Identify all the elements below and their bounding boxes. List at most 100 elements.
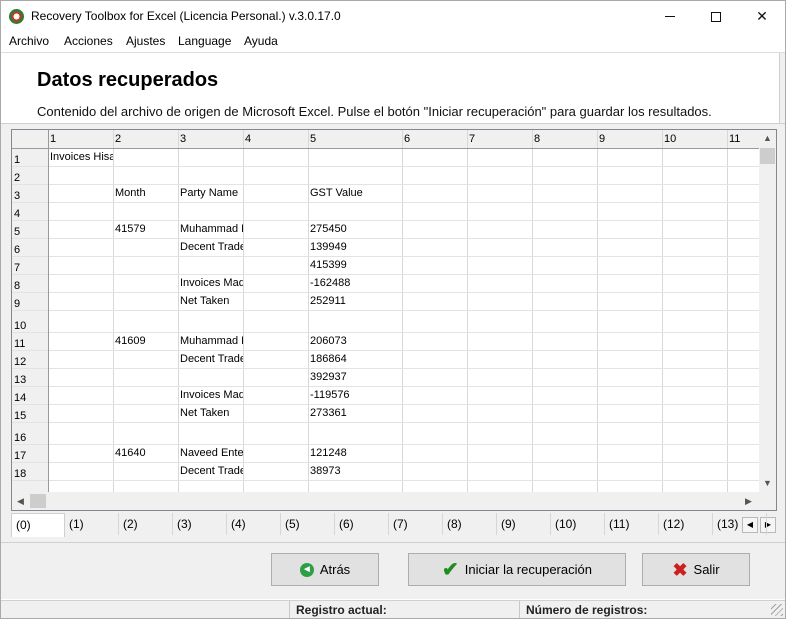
column-header[interactable]: 3 [178, 130, 243, 148]
row-header[interactable]: 7 [12, 256, 48, 274]
grid-cell[interactable]: Decent Trade [178, 464, 243, 480]
column-header[interactable]: 5 [308, 130, 402, 148]
sheet-tab[interactable]: (0) [11, 513, 65, 537]
grid-cell[interactable]: 252911 [308, 294, 402, 310]
grid-cell[interactable]: Decent Trade [178, 240, 243, 256]
row-header[interactable]: 13 [12, 368, 48, 386]
grid-cell[interactable]: 273361 [308, 406, 402, 422]
sheet-tab[interactable]: (9) [497, 513, 551, 535]
sheet-tab[interactable]: (10) [551, 513, 605, 535]
exit-button[interactable]: ✖ Salir [642, 553, 750, 586]
sheet-tab[interactable]: (5) [281, 513, 335, 535]
row-header[interactable]: 3 [12, 184, 48, 202]
scroll-right-icon[interactable]: ▶ [740, 492, 757, 510]
column-header[interactable]: 8 [532, 130, 597, 148]
row-header[interactable]: 6 [12, 238, 48, 256]
grid-cell[interactable]: -119576 [308, 388, 402, 404]
vertical-scrollbar[interactable]: ▲ ▼ [759, 130, 776, 492]
grid-cell[interactable]: 206073 [308, 334, 402, 350]
row-header[interactable]: 15 [12, 404, 48, 422]
start-recovery-button[interactable]: ✔ Iniciar la recuperación [408, 553, 626, 586]
horizontal-scroll-thumb[interactable] [30, 494, 46, 508]
menu-ayuda[interactable]: Ayuda [244, 34, 278, 48]
footer-divider [1, 542, 785, 543]
grid-cell[interactable]: Decent Trade [178, 352, 243, 368]
row-header[interactable]: 5 [12, 220, 48, 238]
column-header[interactable]: 4 [243, 130, 308, 148]
grid-cell[interactable]: GST Value [308, 186, 402, 202]
grid-cell[interactable]: Invoices Mad [178, 276, 243, 292]
sheet-tab[interactable]: (6) [335, 513, 389, 535]
sheet-tab[interactable]: (13) [713, 513, 767, 535]
status-record-count: Número de registros: [519, 601, 769, 618]
column-header[interactable]: 10 [662, 130, 727, 148]
sheet-tab[interactable]: (12) [659, 513, 713, 535]
sheet-tab[interactable]: (8) [443, 513, 497, 535]
row-header[interactable]: 10 [12, 310, 48, 332]
column-header[interactable]: 1 [48, 130, 113, 148]
grid-cell[interactable]: Net Taken [178, 406, 243, 422]
minimize-icon [665, 16, 675, 17]
maximize-button[interactable] [693, 1, 739, 32]
row-header[interactable]: 17 [12, 444, 48, 462]
scroll-left-icon[interactable]: ◀ [12, 492, 29, 510]
app-window: Recovery Toolbox for Excel (Licencia Per… [0, 0, 786, 619]
column-header[interactable]: 9 [597, 130, 662, 148]
data-grid[interactable]: 1 2 3 4 5 6 7 8 9 10 11 1 Invoices Hisa 2 3 Month Party … [11, 129, 777, 511]
row-header[interactable]: 9 [12, 292, 48, 310]
scroll-up-icon[interactable]: ▲ [759, 130, 776, 147]
grid-cell[interactable]: Net Taken [178, 294, 243, 310]
grid-cell[interactable]: 139949 [308, 240, 402, 256]
sheet-tab[interactable]: (11) [605, 513, 659, 535]
grid-cell[interactable]: -162488 [308, 276, 402, 292]
grid-cell[interactable]: Invoices Mad [178, 388, 243, 404]
close-button[interactable]: ✕ [739, 1, 785, 32]
row-header[interactable]: 11 [12, 332, 48, 350]
grid-cell[interactable]: 121248 [308, 446, 402, 462]
grid-cell[interactable]: Invoices Hisa [48, 150, 113, 166]
grid-cell[interactable]: 41640 [113, 446, 178, 462]
grid-cell[interactable]: 38973 [308, 464, 402, 480]
row-header[interactable]: 18 [12, 462, 48, 480]
column-header[interactable]: 2 [113, 130, 178, 148]
scroll-down-icon[interactable]: ▼ [759, 475, 776, 492]
menu-acciones[interactable]: Acciones [64, 34, 113, 48]
scroll-corner [759, 492, 776, 510]
vertical-scroll-thumb[interactable] [760, 148, 775, 164]
window-title: Recovery Toolbox for Excel (Licencia Per… [31, 9, 341, 23]
row-header[interactable]: 2 [12, 166, 48, 184]
sheet-tab[interactable]: (7) [389, 513, 443, 535]
grid-lines [12, 130, 759, 492]
grid-cell[interactable]: Muhammad H [178, 334, 243, 350]
sheet-tab[interactable]: (3) [173, 513, 227, 535]
back-button[interactable]: ◄ Atrás [271, 553, 379, 586]
menu-ajustes[interactable]: Ajustes [126, 34, 165, 48]
minimize-button[interactable] [647, 1, 693, 32]
menu-archivo[interactable]: Archivo [9, 34, 49, 48]
row-header[interactable]: 14 [12, 386, 48, 404]
grid-cell[interactable]: Muhammad H [178, 222, 243, 238]
horizontal-scrollbar[interactable]: ◀ ▶ [12, 492, 759, 510]
grid-cell[interactable]: Month [113, 186, 178, 202]
grid-cell[interactable]: 275450 [308, 222, 402, 238]
column-header[interactable]: 7 [467, 130, 532, 148]
sheet-tabs: ◀ ▶ (0) (1) (2) (3) (4) (5) (6) (7) (8) (9) (10) (1… [11, 513, 777, 537]
sheet-tab[interactable]: (1) [65, 513, 119, 535]
row-header[interactable]: 16 [12, 422, 48, 444]
row-header[interactable]: 1 [12, 148, 48, 166]
grid-cell[interactable]: 392937 [308, 370, 402, 386]
grid-cell[interactable]: 41609 [113, 334, 178, 350]
grid-cell[interactable]: Party Name [178, 186, 243, 202]
grid-cell[interactable]: Naveed Enter [178, 446, 243, 462]
column-header[interactable]: 6 [402, 130, 467, 148]
grid-cell[interactable]: 186864 [308, 352, 402, 368]
row-header[interactable]: 12 [12, 350, 48, 368]
menu-language[interactable]: Language [178, 34, 231, 48]
grid-cell[interactable]: 415399 [308, 258, 402, 274]
row-header[interactable]: 8 [12, 274, 48, 292]
grid-cell[interactable]: 41579 [113, 222, 178, 238]
resize-grip-icon[interactable] [771, 604, 783, 616]
sheet-tab[interactable]: (2) [119, 513, 173, 535]
sheet-tab[interactable]: (4) [227, 513, 281, 535]
row-header[interactable]: 4 [12, 202, 48, 220]
